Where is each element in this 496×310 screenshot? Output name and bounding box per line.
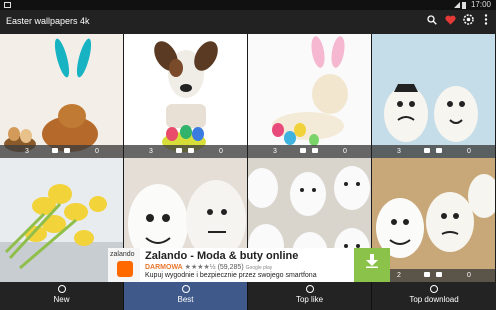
wallpaper-stats: 3 0 (372, 145, 495, 158)
search-icon[interactable] (424, 14, 440, 30)
tab-top-like[interactable]: Top like (248, 282, 372, 310)
tab-label: Top like (295, 295, 324, 304)
like-count: 2 (397, 272, 401, 279)
tab-label: Best (177, 295, 194, 304)
thumbs-up-icon (305, 285, 314, 293)
battery-icon (462, 2, 466, 9)
ad-description: Kupuj wygodnie i bezpiecznie przez swoje… (145, 272, 317, 279)
thumbs-down-icon[interactable] (436, 148, 442, 153)
download-icon (366, 254, 378, 268)
ad-logo: zalando (108, 248, 140, 282)
thumbs-down-icon[interactable] (188, 148, 194, 153)
zalando-logo-icon (117, 261, 133, 277)
status-time: 17:00 (470, 0, 491, 9)
more-vert-icon[interactable] (478, 14, 494, 30)
wallpaper-thumbnail[interactable] (0, 158, 123, 282)
status-bar: 17:00 (0, 0, 496, 10)
app-title: Easter wallpapers 4k (6, 16, 90, 26)
ad-headline[interactable]: Zalando - Moda & buty online (145, 250, 298, 262)
notification-icon (4, 2, 11, 8)
thumbs-up-icon[interactable] (300, 148, 306, 153)
wallpaper-thumbnail[interactable]: 3 0 (0, 34, 123, 158)
app-bar: Easter wallpapers 4k (0, 10, 496, 34)
ad-store: Google play (245, 265, 273, 271)
wallpaper-stats: 3 0 (248, 145, 371, 158)
like-count: 3 (397, 148, 401, 155)
tab-new[interactable]: New (0, 282, 124, 310)
dislike-count: 0 (219, 148, 223, 155)
thumbs-up-icon[interactable] (176, 148, 182, 153)
wallpaper-stats: 3 0 (0, 145, 123, 158)
ad-meta: DARMOWA ★★★★½ (59,285) Google play (145, 263, 272, 271)
wallpaper-thumbnail[interactable]: 2 0 (372, 158, 495, 282)
wallpaper-grid: 3 0 3 0 3 0 3 0 2 0 (0, 34, 496, 282)
new-icon (57, 285, 66, 293)
thumbs-up-icon[interactable] (52, 148, 58, 153)
wallpaper-thumbnail[interactable]: 3 0 (124, 34, 247, 158)
ad-banner[interactable]: zalando Zalando - Moda & buty online DAR… (108, 248, 390, 282)
wallpaper-stats: 2 0 (372, 269, 495, 282)
like-count: 3 (25, 148, 29, 155)
dislike-count: 0 (467, 272, 471, 279)
thumbs-down-icon[interactable] (64, 148, 70, 153)
ad-price: DARMOWA (145, 264, 183, 271)
download-icon (430, 285, 438, 293)
ad-rating-stars: ★★★★½ (184, 264, 216, 271)
bottom-tab-bar: New Best Top like Top download (0, 282, 496, 310)
thumbs-up-icon[interactable] (424, 272, 430, 277)
settings-icon[interactable] (460, 14, 476, 30)
ad-logo-text: zalando (110, 251, 135, 258)
tab-top-download[interactable]: Top download (372, 282, 496, 310)
wallpaper-thumbnail[interactable]: 3 0 (248, 34, 371, 158)
tab-best[interactable]: Best (124, 282, 248, 310)
like-count: 3 (273, 148, 277, 155)
dislike-count: 0 (95, 148, 99, 155)
ad-rating-count: (59,285) (217, 264, 244, 271)
star-icon (181, 285, 190, 293)
ad-download-button[interactable] (354, 248, 390, 282)
dislike-count: 0 (467, 148, 471, 155)
thumbs-down-icon[interactable] (312, 148, 318, 153)
tab-label: New (53, 295, 70, 304)
wallpaper-stats: 3 0 (124, 145, 247, 158)
wallpaper-thumbnail[interactable]: 3 0 (372, 34, 495, 158)
thumbs-down-icon[interactable] (436, 272, 442, 277)
dislike-count: 0 (343, 148, 347, 155)
tab-label: Top download (409, 295, 459, 304)
heart-icon[interactable] (442, 14, 458, 30)
like-count: 3 (149, 148, 153, 155)
thumbs-up-icon[interactable] (424, 148, 430, 153)
signal-icon (454, 2, 460, 8)
